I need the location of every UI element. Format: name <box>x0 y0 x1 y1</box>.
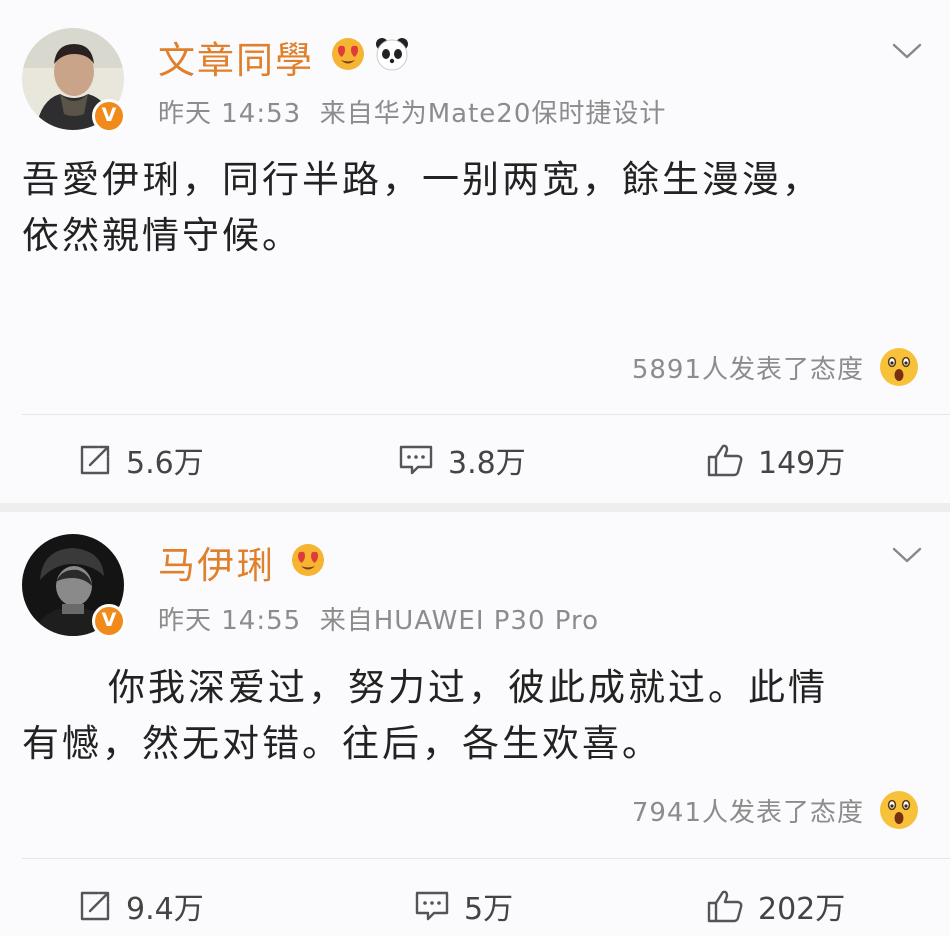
post-meta: 昨天 14:53 来自华为Mate20保时捷设计 <box>158 93 666 130</box>
chevron-down-icon[interactable] <box>892 42 922 60</box>
divider <box>22 414 950 415</box>
like-count: 202万 <box>758 892 846 927</box>
repost-button[interactable]: 9.4万 <box>78 876 204 936</box>
thumbs-up-icon <box>707 890 743 923</box>
post-content: 吾愛伊琍，同行半路，一别两宽，餘生漫漫， 依然親情守候。 <box>22 152 922 264</box>
post-source[interactable]: 来自华为Mate20保时捷设计 <box>320 99 667 129</box>
surprised-face-icon[interactable] <box>878 346 920 388</box>
like-button[interactable]: 149万 <box>706 430 845 490</box>
reaction-summary[interactable]: 5891人发表了态度 <box>632 345 920 389</box>
repost-icon <box>80 891 110 921</box>
repost-button[interactable]: 5.6万 <box>78 430 204 490</box>
content-line: 你我深爱过，努力过，彼此成就过。此情 <box>108 666 828 709</box>
like-button[interactable]: 202万 <box>706 876 845 936</box>
post-content: 你我深爱过，努力过，彼此成就过。此情 有憾，然无对错。往后，各生欢喜。 <box>22 660 922 772</box>
panda-emoji-icon <box>376 38 408 71</box>
action-bar: 5.6万 3.8万 149万 <box>0 430 950 490</box>
repost-count: 5.6万 <box>126 446 204 481</box>
action-bar: 9.4万 5万 202万 <box>0 876 950 936</box>
reaction-summary[interactable]: 7941人发表了态度 <box>632 788 920 832</box>
chevron-down-icon[interactable] <box>892 546 922 564</box>
post-source[interactable]: 来自HUAWEI P30 Pro <box>320 606 599 636</box>
heart-eyes-emoji-icon <box>292 544 324 576</box>
reaction-text[interactable]: 5891人发表了态度 <box>632 349 864 386</box>
repost-icon <box>80 445 110 475</box>
weibo-feed: V 文章同學 昨天 14:53 来自华为Mate20保时捷设计 吾愛伊琍，同行半 <box>0 0 950 936</box>
post-meta: 昨天 14:55 来自HUAWEI P30 Pro <box>158 600 599 637</box>
repost-count: 9.4万 <box>126 892 204 927</box>
reaction-text[interactable]: 7941人发表了态度 <box>632 792 864 829</box>
post-card: V 文章同學 昨天 14:53 来自华为Mate20保时捷设计 吾愛伊琍，同行半 <box>0 0 950 503</box>
post-time: 昨天 14:55 <box>158 606 302 636</box>
comment-button[interactable]: 3.8万 <box>398 430 526 490</box>
post-time: 昨天 14:53 <box>158 99 302 129</box>
verified-v-badge-icon: V <box>92 604 126 638</box>
username-text[interactable]: 文章同學 <box>158 39 314 82</box>
username[interactable]: 文章同學 <box>158 30 314 84</box>
content-line: 吾愛伊琍，同行半路，一别两宽，餘生漫漫， <box>22 158 822 201</box>
post-card: V 马伊琍 昨天 14:55 来自HUAWEI P30 Pro 你我深爱过，努力… <box>0 512 950 936</box>
heart-eyes-emoji-icon <box>332 38 364 70</box>
thumbs-up-icon <box>707 444 743 477</box>
username-text[interactable]: 马伊琍 <box>158 544 275 587</box>
content-line: 依然親情守候。 <box>22 214 302 257</box>
like-count: 149万 <box>758 446 846 481</box>
verified-v-badge-icon: V <box>92 99 126 133</box>
comment-icon <box>399 445 433 475</box>
comment-icon <box>415 891 449 921</box>
surprised-face-icon[interactable] <box>878 789 920 831</box>
comment-count: 5万 <box>464 892 514 927</box>
comment-button[interactable]: 5万 <box>414 876 513 936</box>
divider <box>22 858 950 859</box>
content-line: 有憾，然无对错。往后，各生欢喜。 <box>22 722 662 765</box>
comment-count: 3.8万 <box>448 446 526 481</box>
username[interactable]: 马伊琍 <box>158 535 275 589</box>
